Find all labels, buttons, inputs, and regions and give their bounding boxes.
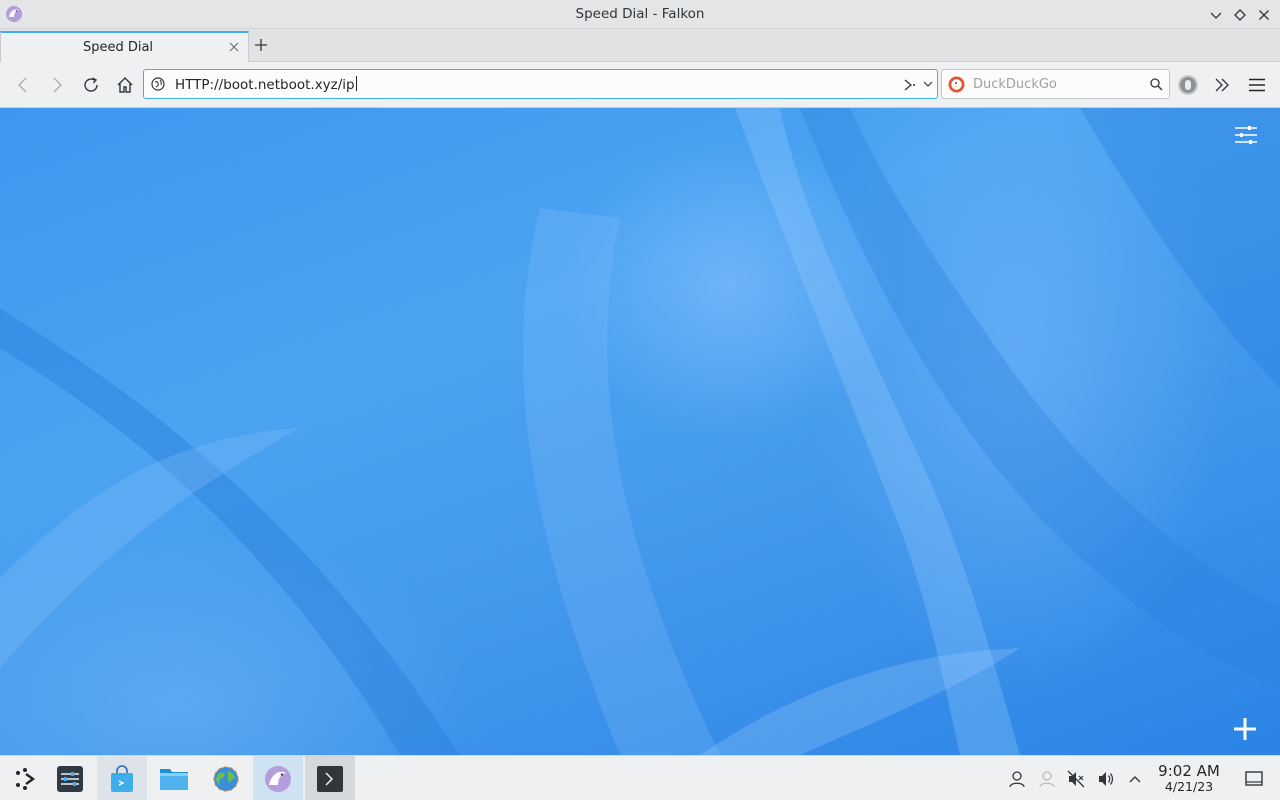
reload-icon	[84, 77, 98, 92]
go-icon[interactable]	[903, 78, 917, 92]
search-icon[interactable]	[1149, 77, 1163, 91]
home-icon	[117, 77, 133, 93]
speaker-muted-icon	[1067, 770, 1085, 787]
double-chevron-right-icon	[1215, 78, 1229, 92]
system-settings-task[interactable]	[45, 756, 95, 800]
network-disconnected-icon	[1039, 770, 1055, 787]
maximize-button[interactable]	[1228, 3, 1252, 27]
volume-tray[interactable]	[1092, 756, 1120, 800]
folder-icon	[160, 768, 188, 790]
adblock-button[interactable]	[1176, 73, 1200, 97]
show-desktop-icon[interactable]	[1244, 769, 1264, 789]
user-icon	[1009, 770, 1025, 787]
tab-speed-dial[interactable]: Speed Dial	[0, 31, 249, 62]
arrow-right-icon	[53, 77, 62, 93]
launcher-icon	[16, 767, 36, 790]
speed-dial-page	[0, 108, 1280, 755]
forward-button[interactable]	[45, 73, 69, 97]
network-tray[interactable]	[1033, 756, 1061, 800]
adblock-icon	[1178, 75, 1198, 95]
extensions-overflow-button[interactable]	[1210, 73, 1234, 97]
tab-title: Speed Dial	[82, 40, 154, 55]
speaker-icon	[1099, 771, 1114, 786]
url-input[interactable]: HTTP://boot.netboot.xyz/ip	[175, 76, 357, 93]
close-icon	[1259, 9, 1269, 20]
show-hidden-tray-button[interactable]	[1121, 756, 1149, 800]
falkon-task[interactable]	[253, 756, 303, 800]
terminal-icon	[317, 765, 343, 792]
dolphin-task[interactable]	[149, 756, 199, 800]
home-button[interactable]	[113, 73, 137, 97]
back-button[interactable]	[11, 73, 35, 97]
settings-sliders-icon	[57, 765, 83, 792]
globe-icon[interactable]	[151, 77, 165, 91]
web-browser-task[interactable]	[201, 756, 251, 800]
window-titlebar[interactable]: Speed Dial - Falkon	[0, 0, 1280, 29]
globe-icon	[213, 765, 239, 792]
diamond-icon	[1234, 8, 1246, 21]
tab-bar: Speed Dial	[0, 29, 1280, 62]
speed-dial-settings-icon[interactable]	[1234, 124, 1258, 146]
duckduckgo-icon[interactable]	[948, 76, 965, 93]
hamburger-menu-icon	[1249, 78, 1265, 92]
close-button[interactable]	[1252, 3, 1276, 27]
url-bar[interactable]: HTTP://boot.netboot.xyz/ip	[143, 69, 938, 99]
digital-clock[interactable]: 9:02 AM 4/21/23	[1150, 762, 1228, 795]
clock-time: 9:02 AM	[1158, 762, 1220, 780]
clock-date: 4/21/23	[1164, 779, 1214, 794]
shopping-bag-icon	[111, 764, 133, 792]
close-tab-icon[interactable]	[228, 41, 240, 53]
chevron-up-icon	[1129, 775, 1141, 782]
add-speed-dial-icon[interactable]	[1232, 716, 1258, 742]
wallpaper-background	[0, 108, 1280, 755]
reload-button[interactable]	[79, 73, 103, 97]
discover-task[interactable]	[97, 756, 147, 800]
new-tab-button[interactable]	[252, 36, 270, 54]
arrow-left-icon	[18, 77, 27, 93]
search-input[interactable]: DuckDuckGo	[973, 77, 1057, 92]
application-launcher-button[interactable]	[0, 756, 50, 800]
user-switcher-tray[interactable]	[1003, 756, 1031, 800]
konsole-task[interactable]	[305, 756, 355, 800]
minimize-button[interactable]	[1204, 3, 1228, 27]
chevron-down-icon	[1210, 12, 1222, 19]
search-bar[interactable]: DuckDuckGo	[941, 69, 1170, 99]
plus-icon	[255, 39, 267, 51]
taskbar-panel: 9:02 AM 4/21/23	[0, 755, 1280, 800]
navigation-toolbar: HTTP://boot.netboot.xyz/ip DuckDuckGo	[0, 62, 1280, 108]
audio-muted-tray[interactable]	[1062, 756, 1090, 800]
falkon-icon	[265, 765, 291, 792]
chevron-down-icon[interactable]	[923, 79, 933, 89]
main-menu-button[interactable]	[1245, 73, 1269, 97]
window-title: Speed Dial - Falkon	[575, 6, 705, 22]
falkon-icon	[6, 6, 22, 22]
